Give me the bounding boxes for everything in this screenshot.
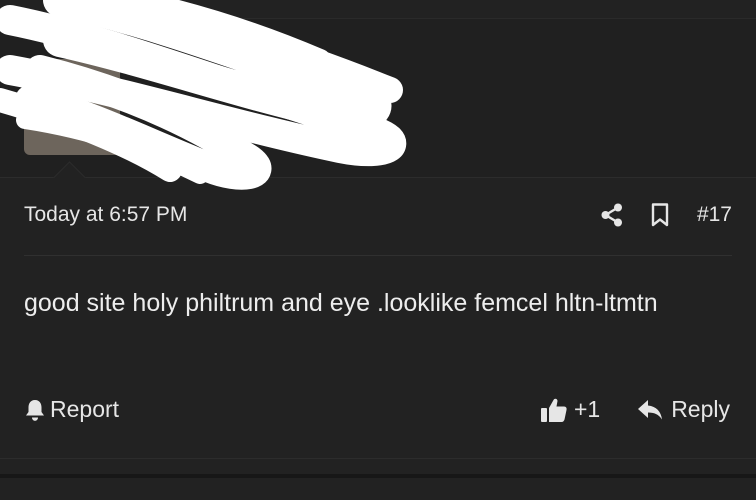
divider	[0, 458, 756, 459]
reply-arrow-icon	[638, 399, 663, 419]
next-post-card	[0, 478, 756, 500]
post-card: Today at 6:57 PM #17 good site holy phil…	[0, 0, 756, 474]
thumbs-up-icon	[541, 398, 567, 422]
post-meta-row: Today at 6:57 PM #17	[24, 196, 732, 236]
page: Today at 6:57 PM #17 good site holy phil…	[0, 0, 756, 500]
post-footer-row: Report +1 Reply	[24, 390, 732, 434]
reply-button[interactable]: Reply	[637, 396, 730, 423]
bookmark-icon	[651, 203, 669, 227]
bell-icon	[26, 399, 44, 421]
report-label: Report	[50, 396, 120, 422]
report-button[interactable]: Report	[24, 396, 119, 423]
post-timestamp[interactable]: Today at 6:57 PM	[24, 203, 187, 227]
like-count: +1	[574, 396, 601, 422]
divider	[24, 255, 732, 256]
like-button[interactable]: +1	[540, 396, 600, 423]
post-message: good site holy philtrum and eye .looklik…	[24, 289, 658, 317]
share-button[interactable]	[597, 200, 627, 230]
post-meta-actions: #17	[597, 200, 732, 230]
post-number-link[interactable]: #17	[697, 203, 732, 227]
reply-label: Reply	[671, 396, 730, 422]
redaction-scribble	[0, 0, 407, 190]
bookmark-button[interactable]	[645, 200, 675, 230]
share-icon	[601, 203, 622, 227]
